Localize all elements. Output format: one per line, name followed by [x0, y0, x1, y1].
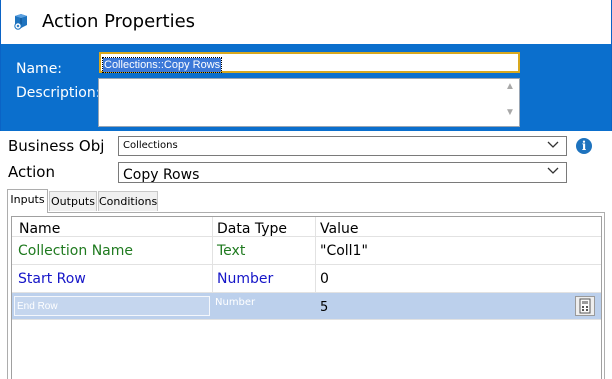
action-value: Copy Rows — [123, 167, 200, 183]
param-name: End Row — [17, 301, 58, 312]
param-name-cell[interactable]: Collection Name — [12, 237, 212, 264]
business-object-value: Collections — [123, 140, 178, 151]
description-label: Description: — [16, 85, 101, 101]
tab-inputs[interactable]: Inputs — [7, 189, 48, 213]
calculator-icon — [579, 298, 591, 314]
action-label: Action — [8, 163, 55, 181]
business-object-label: Business Obj — [8, 137, 105, 155]
table-row[interactable]: Collection Name Text "Coll1" — [12, 237, 601, 265]
description-scrollbar[interactable]: ▲ ▼ — [501, 79, 519, 126]
param-type: Number — [215, 297, 256, 308]
param-value-cell[interactable]: 5 — [315, 293, 601, 319]
param-value: 0 — [320, 271, 329, 287]
expression-editor-button[interactable] — [575, 296, 595, 316]
param-name-cell[interactable]: Start Row — [12, 265, 212, 292]
grid-header-row: Name Data Type Value — [12, 217, 601, 237]
param-type: Text — [217, 243, 246, 259]
business-object-dropdown[interactable]: Collections — [118, 136, 567, 156]
chevron-down-icon — [547, 167, 559, 174]
title-bar: Action Properties — [0, 0, 612, 44]
description-field[interactable]: ▲ ▼ — [98, 78, 520, 127]
action-properties-icon — [14, 14, 27, 30]
action-dropdown[interactable]: Copy Rows — [118, 162, 567, 183]
header-panel: Name: Collections::Copy Rows Description… — [0, 44, 612, 131]
param-type-cell: Text — [212, 237, 315, 264]
name-field-value: Collections::Copy Rows — [101, 57, 223, 73]
table-row[interactable]: Start Row Number 0 — [12, 265, 601, 293]
info-icon[interactable]: i — [576, 138, 592, 154]
param-name: Collection Name — [18, 243, 134, 259]
param-value-cell[interactable]: 0 — [315, 265, 601, 292]
name-field[interactable]: Collections::Copy Rows — [99, 52, 520, 73]
param-name: Start Row — [18, 271, 86, 287]
column-header-name[interactable]: Name — [12, 217, 212, 236]
param-type-cell: Number — [212, 293, 315, 319]
param-value: "Coll1" — [320, 243, 368, 259]
column-header-data-type[interactable]: Data Type — [212, 217, 315, 236]
scroll-down-icon[interactable]: ▼ — [505, 107, 515, 118]
param-value-cell[interactable]: "Coll1" — [315, 237, 601, 264]
name-label: Name: — [16, 61, 63, 77]
column-header-value[interactable]: Value — [315, 217, 601, 236]
inputs-grid: Name Data Type Value Collection Name Tex… — [11, 216, 602, 379]
param-name-field[interactable]: End Row — [14, 296, 210, 316]
tab-conditions[interactable]: Conditions — [98, 191, 158, 211]
table-row-selected[interactable]: End Row Number 5 — [12, 293, 601, 320]
window-title: Action Properties — [42, 11, 196, 32]
tab-outputs[interactable]: Outputs — [49, 191, 97, 211]
chevron-down-icon — [547, 141, 559, 148]
param-type-cell: Number — [212, 265, 315, 292]
param-value: 5 — [320, 300, 329, 315]
inputs-tab-panel: Name Data Type Value Collection Name Tex… — [7, 212, 605, 379]
param-type: Number — [217, 271, 274, 287]
scroll-up-icon[interactable]: ▲ — [505, 81, 515, 92]
